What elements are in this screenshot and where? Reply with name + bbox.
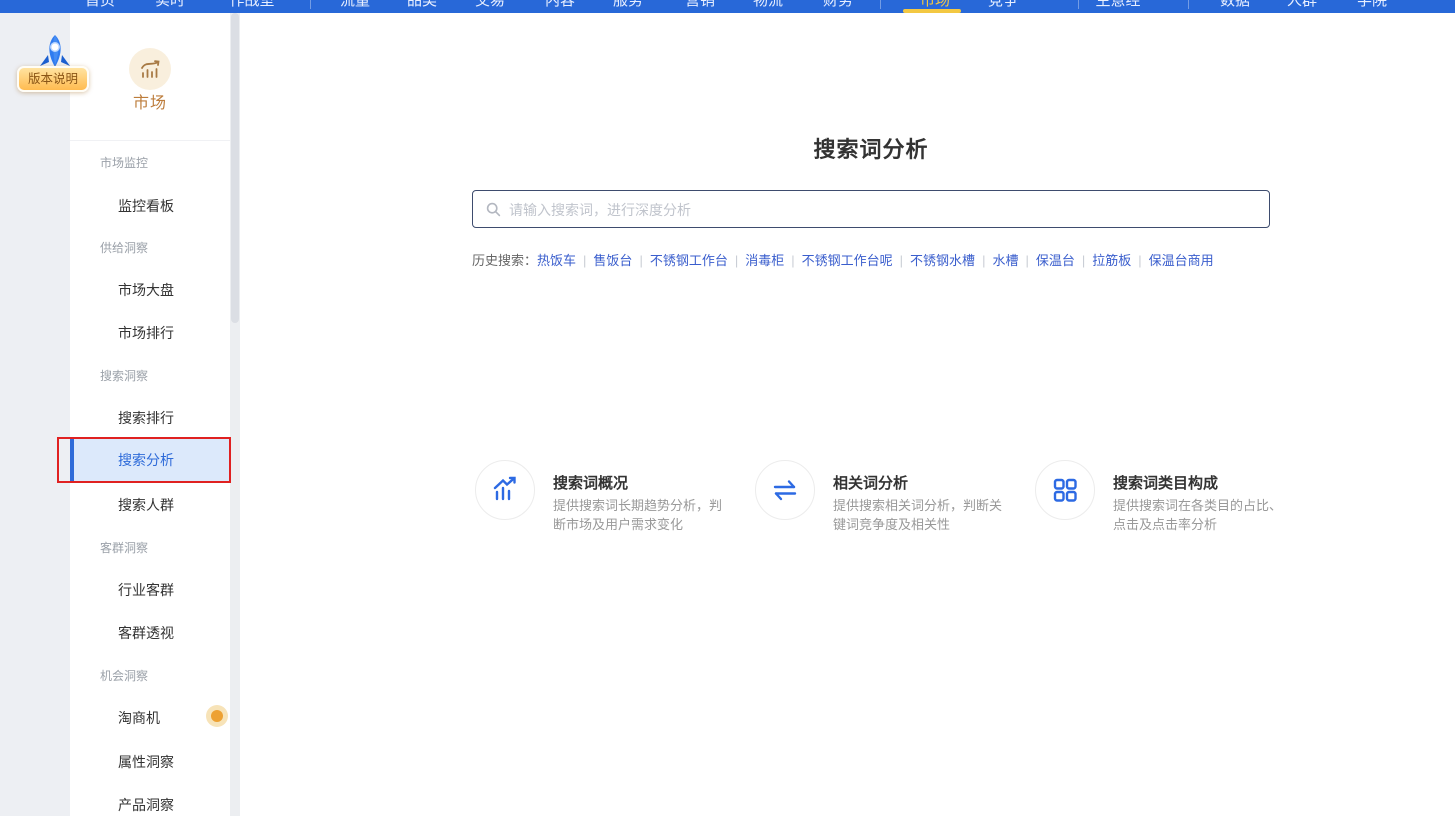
swap-arrows-icon (755, 460, 815, 520)
sidebar-item-attribute-insight[interactable]: 属性洞察 (118, 752, 174, 772)
nav-item[interactable]: 物流 (753, 0, 783, 8)
feature-title: 相关词分析 (833, 472, 908, 493)
nav-item[interactable]: 交易 (475, 0, 505, 8)
trend-chart-icon (475, 460, 535, 520)
page: 首页 实时 作战室 流量 品类 交易 内容 服务 营销 物流 财务 市场 竞争 … (0, 0, 1455, 816)
history-term[interactable]: 售饭台 (593, 253, 632, 268)
sidebar-item-market-ranking[interactable]: 市场排行 (118, 323, 174, 343)
nav-item[interactable]: 人群 (1287, 0, 1317, 8)
top-nav-bar: 首页 实时 作战室 流量 品类 交易 内容 服务 营销 物流 财务 市场 竞争 … (0, 0, 1455, 13)
sidebar-section-customer-insight: 客群洞察 (100, 539, 148, 556)
sidebar-item-search-ranking[interactable]: 搜索排行 (118, 408, 174, 428)
nav-item[interactable]: 营销 (685, 0, 715, 8)
history-separator: | (1082, 253, 1085, 268)
history-term[interactable]: 保温台 (1036, 253, 1075, 268)
nav-item-market-active[interactable]: 市场 (920, 0, 950, 8)
sidebar-item-monitor-board[interactable]: 监控看板 (118, 196, 174, 216)
nav-item[interactable]: 服务 (613, 0, 643, 8)
nav-item[interactable]: 学院 (1357, 0, 1387, 8)
nav-divider (1188, 0, 1189, 9)
market-trend-icon (129, 48, 171, 90)
nav-item[interactable]: 内容 (545, 0, 575, 8)
history-separator: | (982, 253, 985, 268)
sidebar-scrollbar-thumb[interactable] (231, 13, 239, 323)
history-term[interactable]: 拉筋板 (1092, 253, 1131, 268)
nav-divider (880, 0, 881, 9)
sidebar-item-industry-customers[interactable]: 行业客群 (118, 580, 174, 600)
feature-title: 搜索词类目构成 (1113, 472, 1218, 493)
sidebar-section-search-insight: 搜索洞察 (100, 367, 148, 384)
sidebar-active-item-accent-bar (70, 437, 74, 483)
sidebar-item-search-analysis-active[interactable]: 搜索分析 (118, 437, 174, 483)
history-term[interactable]: 保温台商用 (1149, 253, 1214, 268)
sidebar-item-product-insight[interactable]: 产品洞察 (118, 795, 174, 815)
search-input[interactable] (507, 192, 1261, 228)
nav-item[interactable]: 生意经 (1095, 0, 1140, 8)
nav-item[interactable]: 实时 (155, 0, 185, 8)
sidebar-item-customer-perspective[interactable]: 客群透视 (118, 623, 174, 643)
nav-item[interactable]: 作战室 (229, 0, 274, 8)
nav-item[interactable]: 品类 (407, 0, 437, 8)
history-separator: | (735, 253, 738, 268)
sidebar-item-market-overview[interactable]: 市场大盘 (118, 280, 174, 300)
search-box (472, 190, 1270, 228)
feature-desc: 提供搜索词长期趋势分析，判断市场及用户需求变化 (553, 497, 729, 534)
main-content: 搜索词分析 历史搜索：热饭车 | 售饭台 | 不锈钢工作台 | 消毒柜 | 不锈钢工作台呢 | 不锈… (240, 13, 1455, 816)
category-grid-icon (1035, 460, 1095, 520)
history-separator: | (900, 253, 903, 268)
nav-divider (1078, 0, 1079, 9)
history-term[interactable]: 不锈钢工作台 (650, 253, 728, 268)
sidebar-divider (70, 140, 230, 141)
new-badge-dot (211, 710, 223, 722)
sidebar-section-market-monitor: 市场监控 (100, 154, 148, 171)
nav-divider (310, 0, 311, 9)
history-term[interactable]: 不锈钢工作台呢 (802, 253, 893, 268)
history-separator: | (1138, 253, 1141, 268)
nav-item[interactable]: 流量 (340, 0, 370, 8)
feature-desc: 提供搜索相关词分析，判断关键词竞争度及相关性 (833, 497, 1009, 534)
history-separator: | (583, 253, 586, 268)
sidebar-item-search-audience[interactable]: 搜索人群 (118, 495, 174, 515)
search-icon (486, 202, 501, 217)
sidebar: 市场 市场监控 监控看板 供给洞察 市场大盘 市场排行 搜索洞察 搜索排行 搜索… (70, 13, 230, 816)
history-term[interactable]: 热饭车 (537, 253, 576, 268)
nav-item[interactable]: 财务 (823, 0, 853, 8)
version-notes-badge[interactable]: 版本说明 (17, 66, 89, 92)
history-term[interactable]: 水槽 (992, 253, 1018, 268)
history-separator: | (1025, 253, 1028, 268)
sidebar-section-opportunity-insight: 机会洞察 (100, 667, 148, 684)
sidebar-section-supply-insight: 供给洞察 (100, 239, 148, 256)
search-history: 历史搜索：热饭车 | 售饭台 | 不锈钢工作台 | 消毒柜 | 不锈钢工作台呢 | 不锈钢水槽 | 水槽… (472, 250, 1372, 269)
history-separator: | (639, 253, 642, 268)
history-term[interactable]: 消毒柜 (745, 253, 784, 268)
sidebar-category-title: 市场 (70, 89, 230, 113)
history-label: 历史搜索： (472, 253, 537, 268)
active-tab-underline (903, 9, 961, 13)
nav-item[interactable]: 首页 (85, 0, 115, 8)
sidebar-item-tao-opportunity[interactable]: 淘商机 (118, 708, 160, 728)
feature-desc: 提供搜索词在各类目的占比、点击及点击率分析 (1113, 497, 1289, 534)
history-term[interactable]: 不锈钢水槽 (910, 253, 975, 268)
nav-item[interactable]: 竞争 (988, 0, 1018, 8)
feature-title: 搜索词概况 (553, 472, 628, 493)
history-separator: | (791, 253, 794, 268)
nav-item[interactable]: 数据 (1220, 0, 1250, 8)
page-title: 搜索词分析 (472, 132, 1270, 164)
